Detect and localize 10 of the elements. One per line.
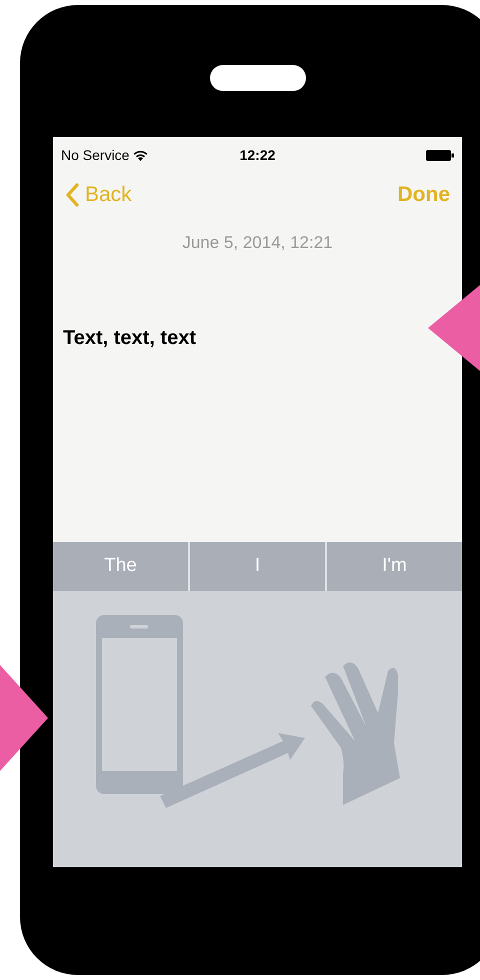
carrier-label: No Service (61, 146, 130, 165)
wifi-icon (133, 150, 148, 161)
note-date: June 5, 2014, 12:21 (182, 232, 333, 254)
battery-icon (426, 150, 454, 161)
back-button[interactable]: Back (65, 179, 132, 211)
chevron-left-icon (65, 183, 79, 207)
done-button[interactable]: Done (398, 179, 450, 211)
clock-time: 12:22 (240, 146, 276, 165)
suggestion-chip[interactable]: The (53, 542, 188, 590)
note-text: Text, text, text (63, 326, 196, 348)
